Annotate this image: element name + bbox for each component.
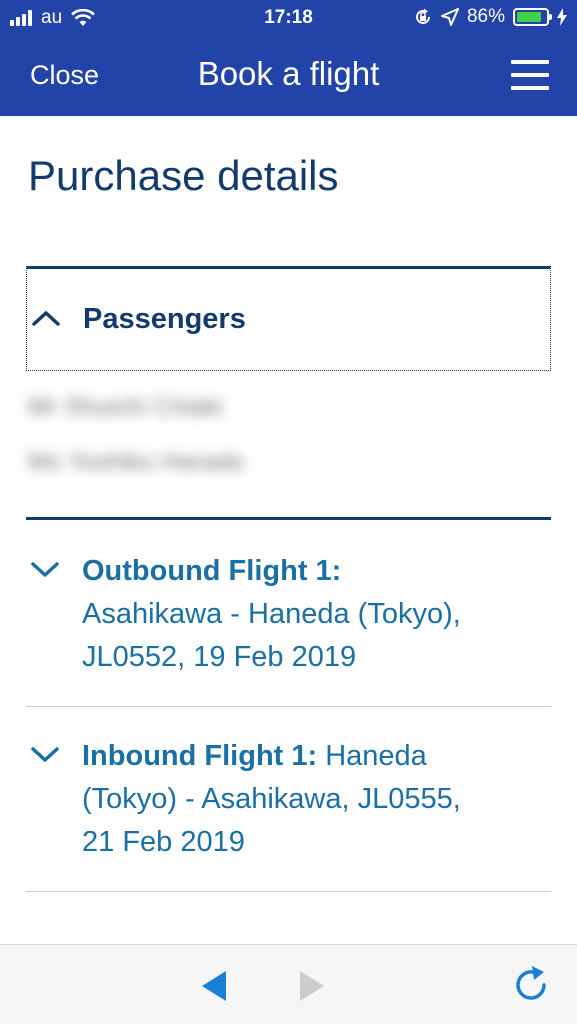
app-header: au 17:18 86% Close Book a flight bbox=[0, 0, 577, 116]
chevron-up-icon bbox=[32, 311, 60, 326]
passengers-accordion-header[interactable]: Passengers bbox=[26, 266, 551, 371]
inbound-flight-route: (Tokyo) - Asahikawa, JL0555, bbox=[82, 783, 461, 815]
battery-percent: 86% bbox=[466, 6, 505, 27]
section-divider bbox=[26, 517, 551, 520]
outbound-flight-summary: Outbound Flight 1: Asahikawa - Haneda (T… bbox=[82, 550, 551, 679]
outbound-flight-accordion[interactable]: Outbound Flight 1: Asahikawa - Haneda (T… bbox=[26, 550, 551, 679]
status-right: 86% bbox=[413, 6, 567, 28]
inbound-flight-heading: Inbound Flight 1: bbox=[82, 740, 318, 772]
charging-bolt-icon bbox=[557, 8, 567, 26]
passenger-name: Ms Yoshiko Harada bbox=[28, 448, 244, 476]
hamburger-menu-icon[interactable] bbox=[511, 60, 549, 90]
passenger-name: Mr Shuichi Chiaki bbox=[28, 393, 223, 421]
passengers-label: Passengers bbox=[83, 303, 246, 335]
page-title: Purchase details bbox=[28, 152, 339, 199]
forward-arrow-icon[interactable] bbox=[296, 969, 328, 1003]
page-header-title: Book a flight bbox=[197, 55, 380, 92]
outbound-flight-route: Asahikawa - Haneda (Tokyo), bbox=[82, 598, 461, 630]
location-arrow-icon bbox=[440, 8, 459, 26]
inbound-flight-summary: Inbound Flight 1: Haneda (Tokyo) - Asahi… bbox=[82, 735, 551, 864]
chevron-down-icon bbox=[31, 562, 59, 577]
rotation-lock-icon bbox=[416, 8, 430, 24]
outbound-flight-heading: Outbound Flight 1: bbox=[82, 555, 342, 587]
section-divider bbox=[26, 891, 551, 892]
section-divider bbox=[26, 706, 551, 707]
back-arrow-icon[interactable] bbox=[198, 969, 230, 1003]
battery-fill bbox=[517, 12, 542, 22]
outbound-flight-details: JL0552, 19 Feb 2019 bbox=[82, 641, 357, 673]
inbound-flight-route-start: Haneda bbox=[317, 740, 427, 772]
inbound-flight-accordion[interactable]: Inbound Flight 1: Haneda (Tokyo) - Asahi… bbox=[26, 735, 551, 864]
battery-icon bbox=[513, 8, 552, 26]
inbound-flight-date: 21 Feb 2019 bbox=[82, 826, 245, 858]
status-bar: au 17:18 86% bbox=[0, 0, 577, 38]
chevron-down-icon bbox=[31, 747, 59, 762]
browser-toolbar bbox=[0, 944, 577, 1024]
reload-icon[interactable] bbox=[513, 965, 551, 1005]
